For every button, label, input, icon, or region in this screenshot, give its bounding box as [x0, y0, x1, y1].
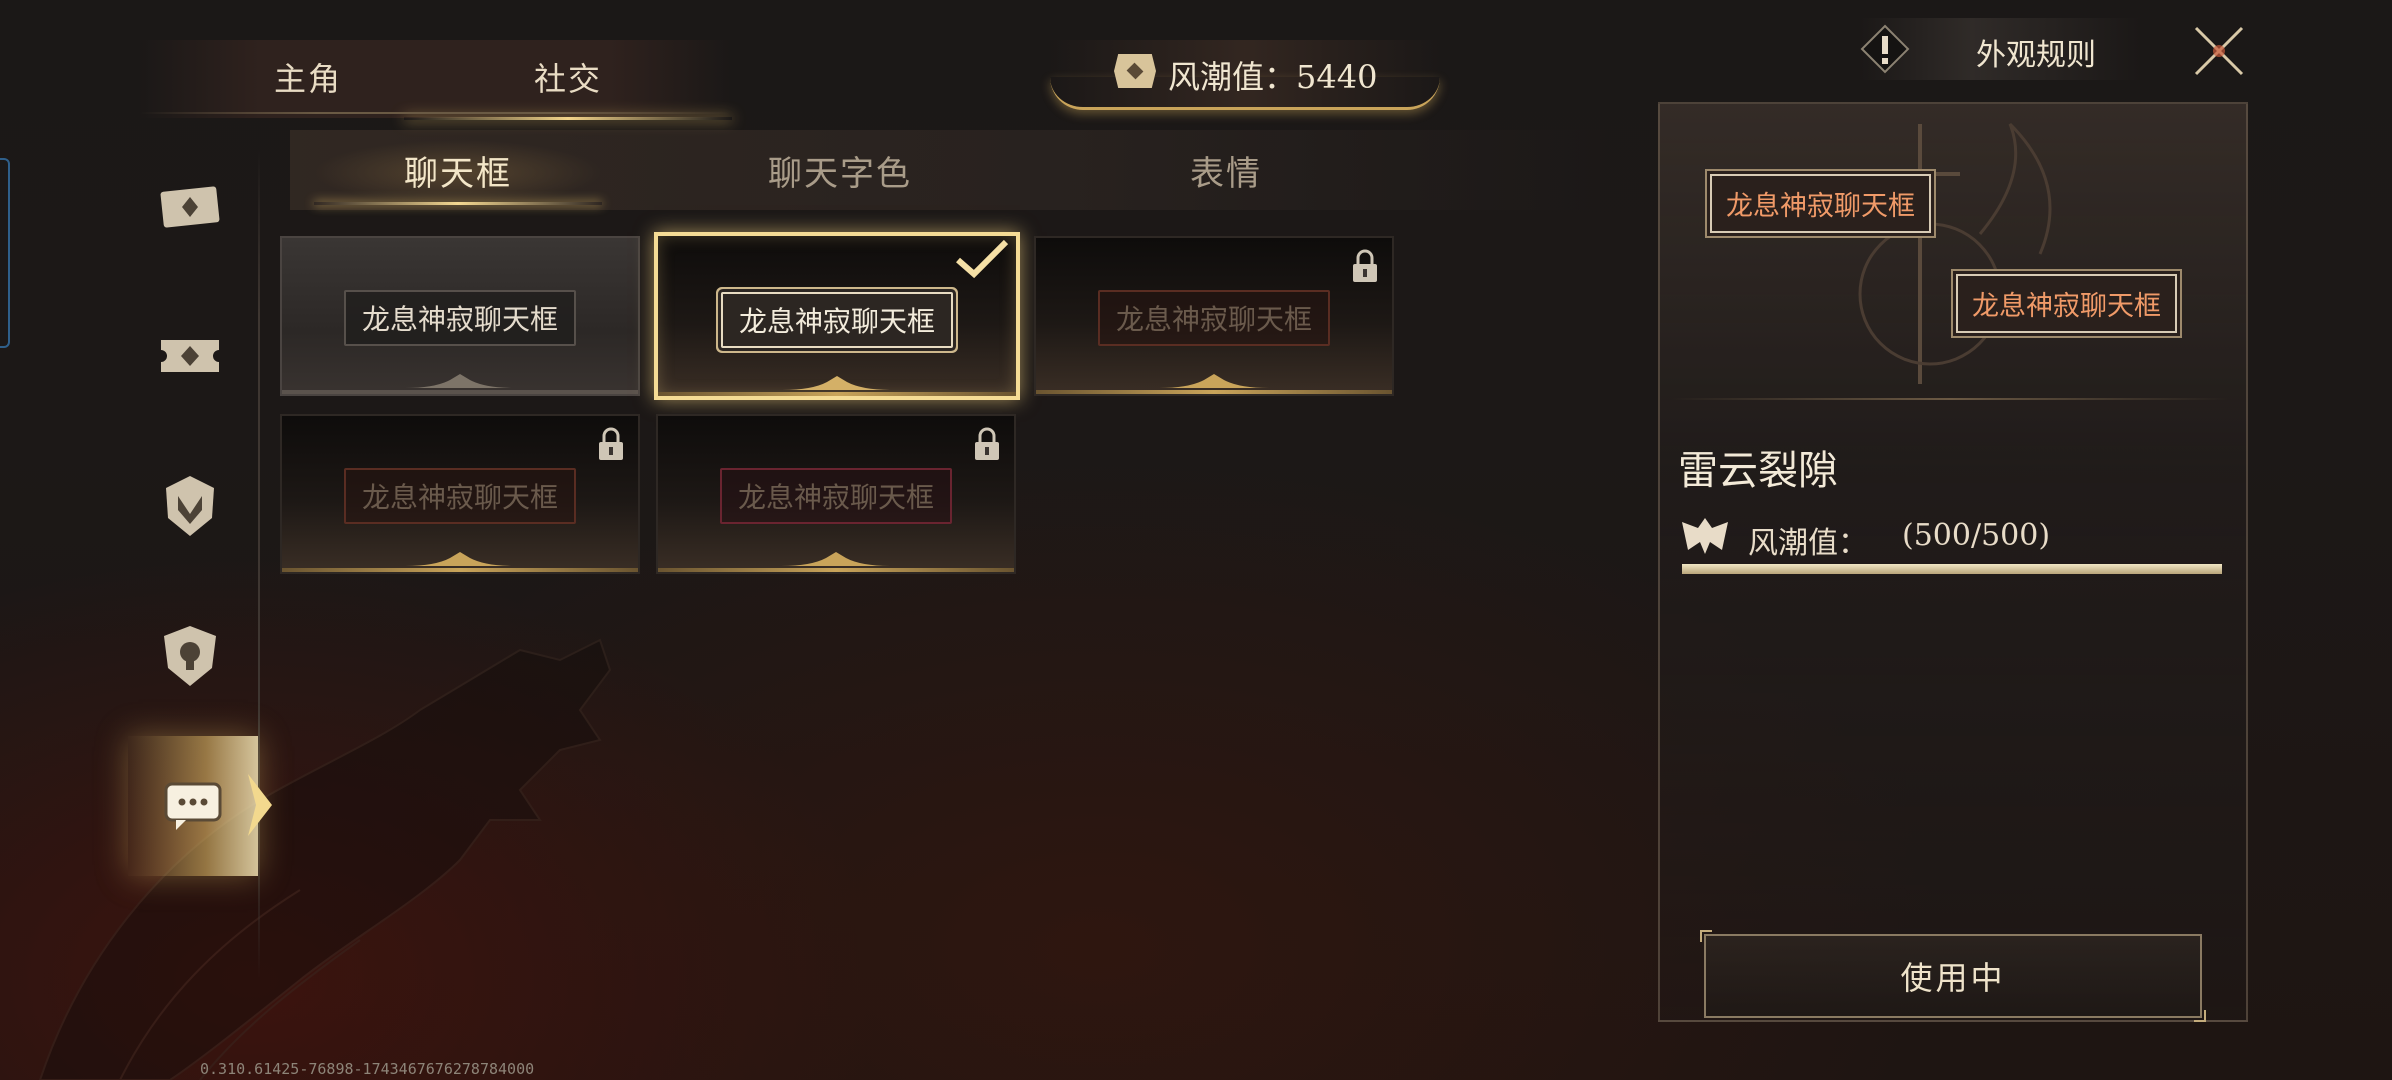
dragon-wing-icon — [1682, 518, 1728, 554]
appearance-rules-button[interactable]: 外观规则 — [1860, 18, 2140, 80]
progress-value: (500/500) — [1902, 518, 2051, 553]
progress-label: 风潮值： — [1748, 526, 1868, 561]
ornament-icon — [405, 374, 515, 388]
tab-emoji[interactable]: 表情 — [1190, 146, 1262, 195]
nav-item-shield[interactable] — [130, 596, 250, 716]
ornament-icon — [781, 552, 891, 566]
chat-frame-item-locked[interactable]: 龙息神寂聊天框 — [280, 414, 640, 574]
helmet-icon — [166, 476, 214, 536]
ornament-icon — [1159, 374, 1269, 388]
top-tab-divider — [140, 112, 730, 114]
progress-bar-fill — [1682, 564, 2222, 574]
progress-row: 风潮值： (500/500) — [1680, 512, 2240, 562]
lock-icon — [1353, 249, 1377, 282]
detail-divider — [1672, 398, 2228, 400]
left-nav-divider — [258, 150, 260, 980]
nav-item-helmet[interactable] — [130, 446, 250, 566]
tab-chat-frame[interactable]: 聊天框 — [314, 140, 602, 205]
nav-item-ticket-card[interactable] — [130, 146, 250, 266]
top-tab-bar: 主角 社交 — [140, 40, 733, 120]
ornament-icon — [405, 552, 515, 566]
currency-value: 风潮值：5440 — [1168, 58, 1378, 96]
close-icon[interactable] — [2190, 22, 2248, 80]
chat-frame-item[interactable]: 龙息神寂聊天框 — [280, 236, 640, 396]
preview-chat-frame: 龙息神寂聊天框 — [1710, 174, 1931, 233]
tab-chat-font-color[interactable]: 聊天字色 — [768, 146, 912, 195]
chat-bubble-icon — [164, 782, 222, 830]
chat-frame-item-selected[interactable]: 龙息神寂聊天框 — [654, 232, 1020, 400]
chat-frame-name: 龙息神寂聊天框 — [343, 290, 577, 346]
currency-display: 风潮值：5440 — [1050, 40, 1440, 110]
lock-icon — [975, 427, 999, 460]
chat-frame-name: 龙息神寂聊天框 — [720, 292, 954, 348]
appearance-rules-label: 外观规则 — [1976, 38, 2096, 73]
ticket-stub-icon — [161, 340, 219, 372]
chat-frame-item-locked[interactable]: 龙息神寂聊天框 — [656, 414, 1016, 574]
checkmark-icon — [956, 239, 1009, 279]
sub-tab-bar: 聊天框 聊天字色 表情 — [290, 130, 1610, 210]
in-use-label: 使用中 — [1900, 959, 2006, 997]
active-nav-arrow-icon — [248, 774, 272, 836]
ticket-card-icon — [160, 186, 220, 228]
in-use-button[interactable]: 使用中 — [1700, 930, 2206, 1022]
shield-icon — [164, 626, 216, 686]
lock-icon — [599, 427, 623, 460]
tab-social[interactable]: 社交 — [403, 54, 733, 120]
dragon-background-art — [38, 638, 612, 1080]
dragon-sword-art-icon — [1858, 122, 2052, 384]
version-text: 0.310.61425-76898-1743467676278784000 — [200, 1060, 535, 1078]
detail-panel: 龙息神寂聊天框 龙息神寂聊天框 — [1658, 102, 2248, 1022]
nav-item-ticket-stub[interactable] — [130, 296, 250, 416]
chat-frame-name: 龙息神寂聊天框 — [719, 468, 953, 524]
exclamation-icon — [1860, 24, 1910, 74]
chat-frame-name: 龙息神寂聊天框 — [343, 468, 577, 524]
item-name: 雷云裂隙 — [1678, 448, 1838, 494]
ornament-icon — [782, 376, 892, 390]
currency-badge-icon — [1114, 54, 1156, 88]
side-edge-indicator — [0, 158, 10, 348]
tab-protagonist[interactable]: 主角 — [274, 54, 342, 100]
chat-frame-name: 龙息神寂聊天框 — [1097, 290, 1331, 346]
preview-chat-frame: 龙息神寂聊天框 — [1956, 274, 2177, 333]
progress-bar — [1682, 564, 2222, 574]
nav-item-chat[interactable] — [128, 736, 258, 876]
chat-frame-item-locked[interactable]: 龙息神寂聊天框 — [1034, 236, 1394, 396]
